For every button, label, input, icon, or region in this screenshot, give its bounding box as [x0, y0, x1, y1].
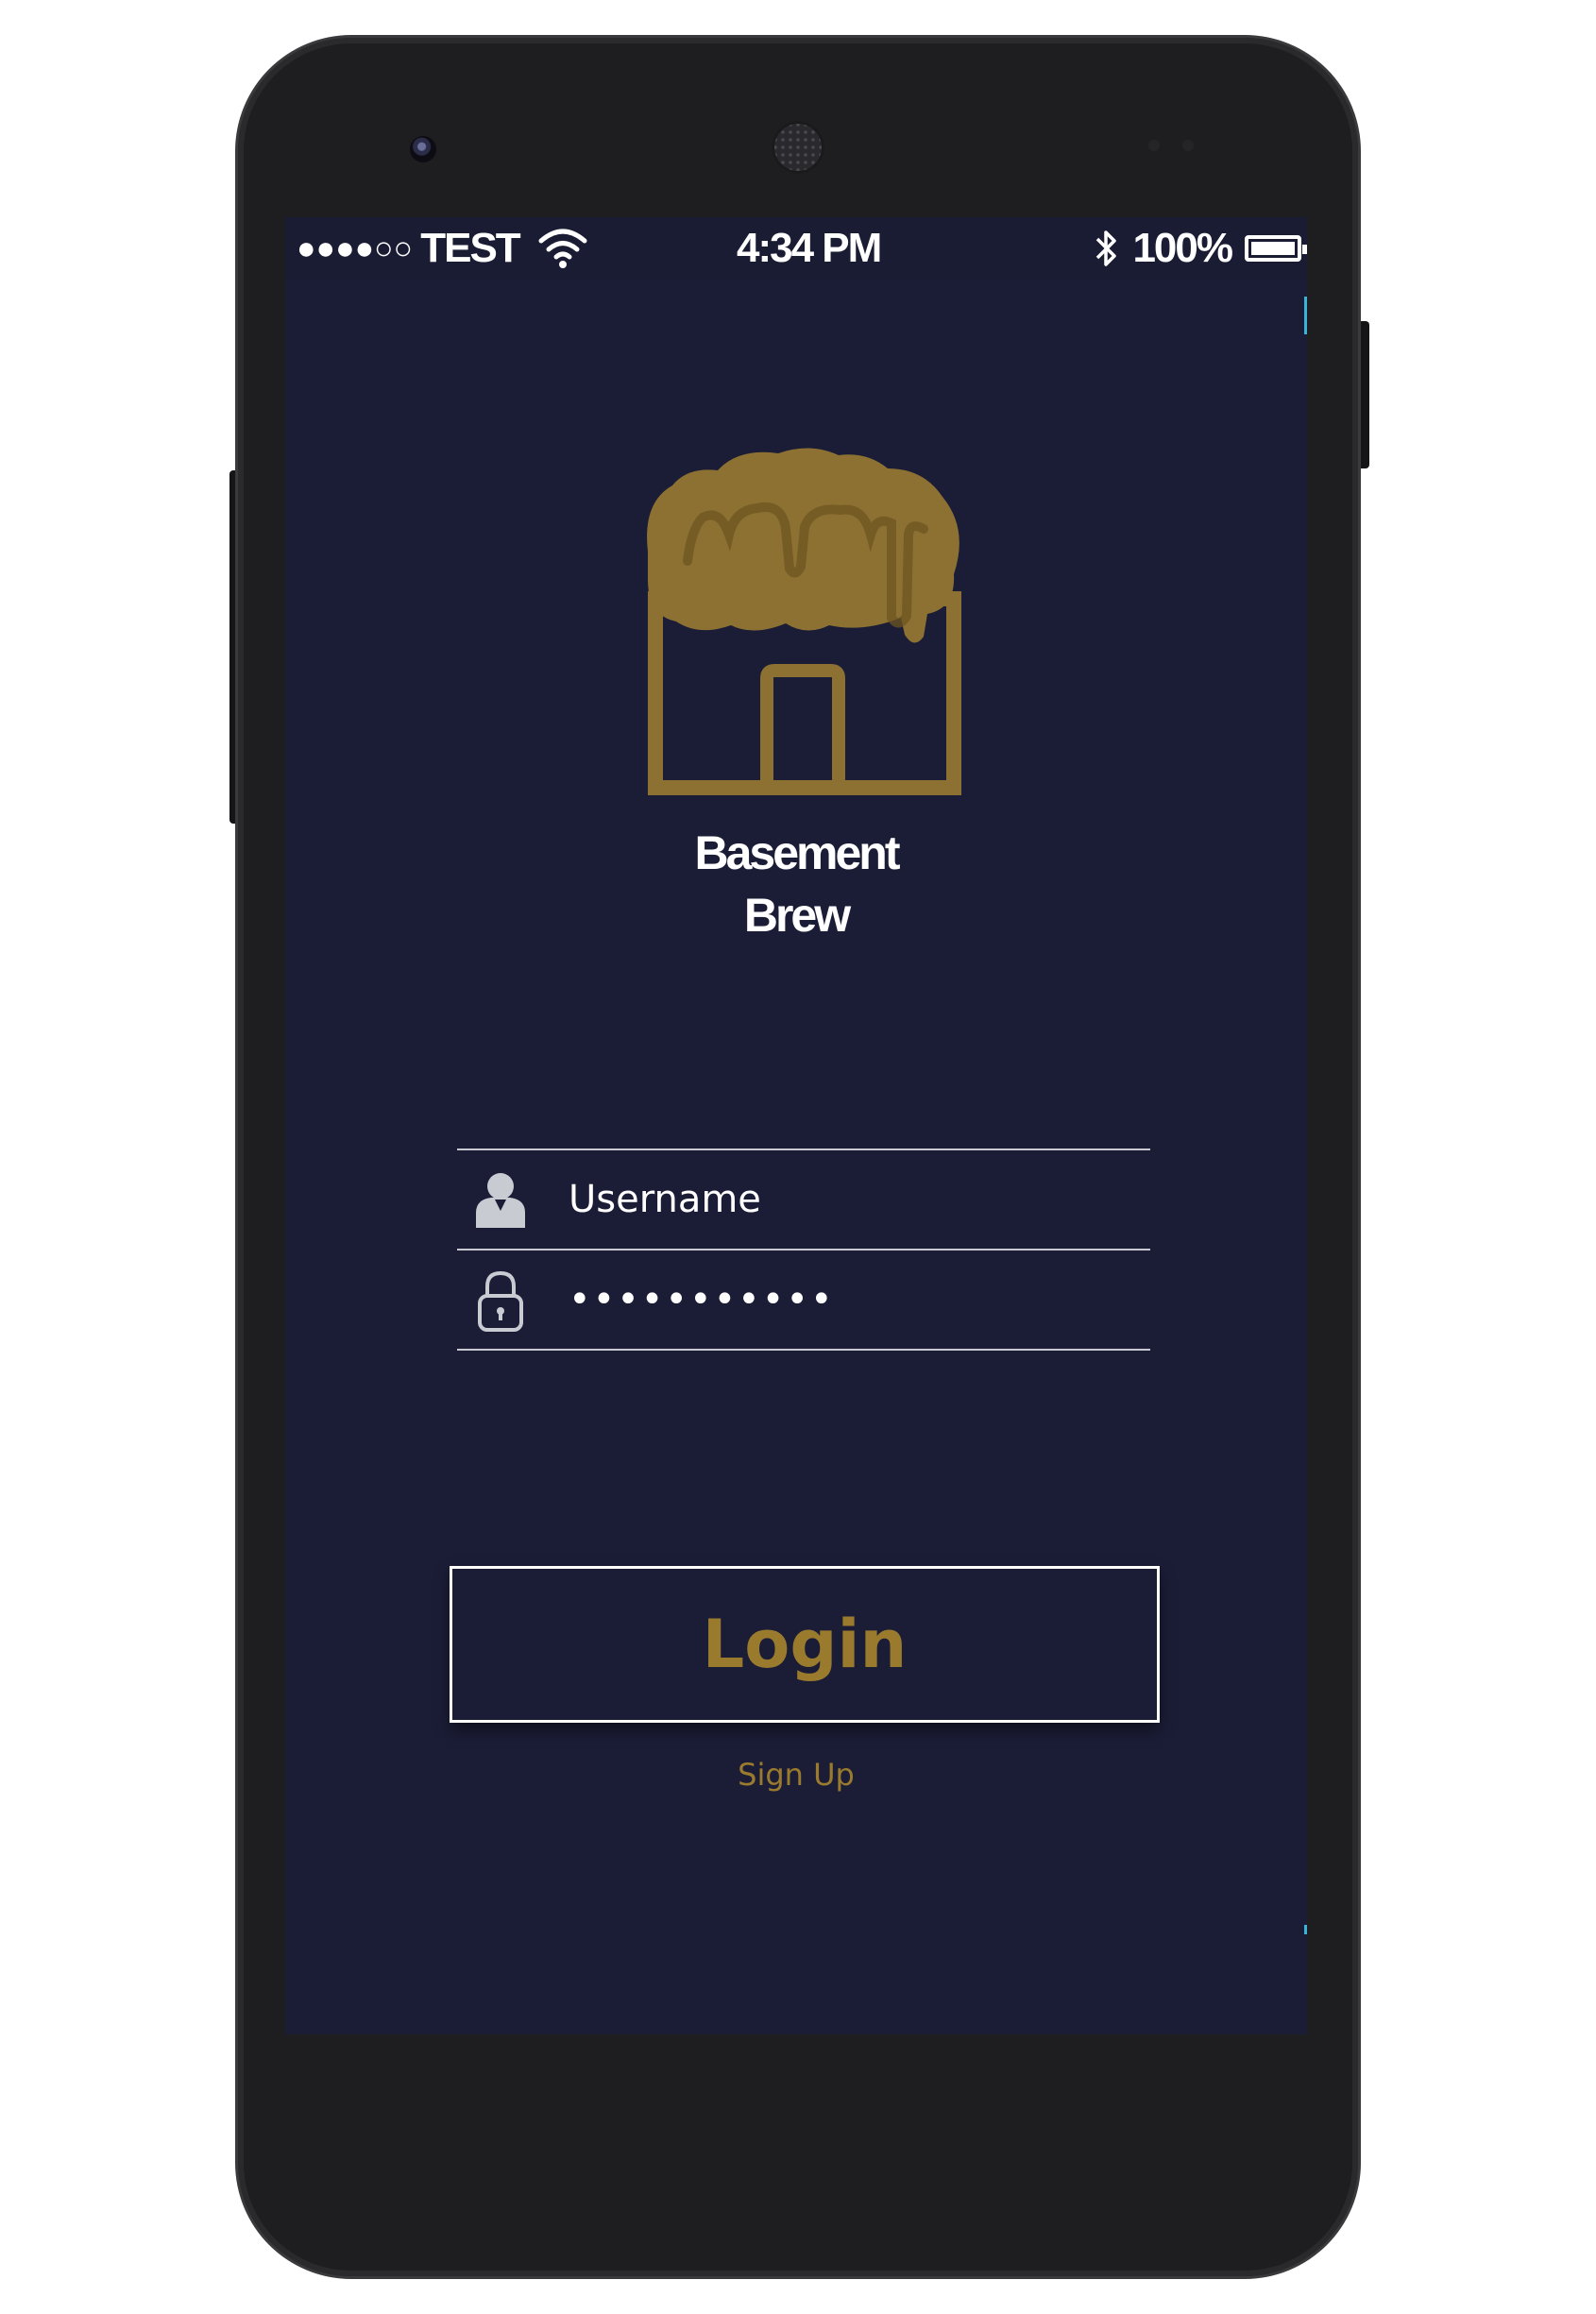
app-name-line-1: Basement	[694, 826, 901, 879]
status-right: 100%	[1095, 225, 1307, 272]
battery-level	[1251, 242, 1295, 255]
carrier-name: TEST	[420, 225, 520, 271]
earpiece-speaker	[772, 121, 824, 174]
wifi-icon	[538, 228, 587, 269]
login-button[interactable]: Login	[450, 1566, 1160, 1723]
screen-edge-mark	[1304, 297, 1307, 334]
device-mockup: ●●●●○○ TEST 4:34 PM 100% Basement Brew U…	[0, 0, 1596, 2314]
battery-percent: 100%	[1132, 225, 1233, 271]
status-time: 4:34 PM	[737, 225, 882, 271]
password-field[interactable]: •••••••••••	[457, 1249, 1150, 1351]
bluetooth-icon	[1095, 227, 1119, 270]
screen-edge-mark	[1304, 1925, 1307, 1934]
status-left: ●●●●○○ TEST	[297, 225, 587, 272]
username-input[interactable]: Username	[569, 1171, 761, 1228]
app-screen: ●●●●○○ TEST 4:34 PM 100% Basement Brew U…	[285, 217, 1307, 2034]
beer-mug-logo-icon	[647, 448, 961, 795]
sign-up-link[interactable]: Sign Up	[285, 1757, 1307, 1793]
lock-icon	[472, 1269, 529, 1332]
password-input[interactable]: •••••••••••	[569, 1271, 835, 1328]
signal-strength: ●●●●○○	[297, 230, 414, 266]
app-name: Basement Brew	[285, 822, 1307, 946]
app-name-line-2: Brew	[743, 889, 851, 942]
front-camera	[410, 136, 436, 162]
username-field[interactable]: Username	[457, 1148, 1150, 1249]
proximity-sensor	[1148, 140, 1160, 151]
light-sensor	[1182, 140, 1194, 151]
power-button	[1356, 321, 1369, 468]
battery-icon	[1245, 235, 1307, 262]
user-icon	[472, 1169, 529, 1230]
status-bar: ●●●●○○ TEST 4:34 PM 100%	[285, 217, 1307, 280]
